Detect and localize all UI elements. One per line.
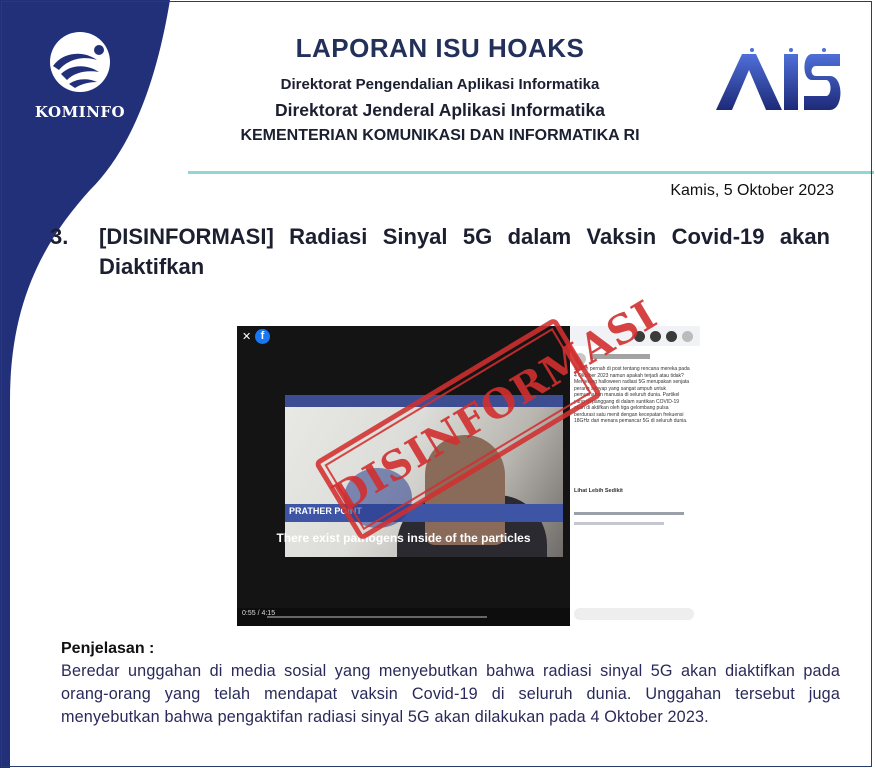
directorate-name: Direktorat Pengendalian Aplikasi Informa… [280, 76, 600, 93]
see-less-link: Lihat Lebih Sedikit [574, 488, 623, 494]
report-title: LAPORAN ISU HOAKS [295, 33, 585, 63]
header-divider [188, 171, 874, 174]
item-title-text: [DISINFORMASI] Radiasi Sinyal 5G dalam V… [99, 224, 830, 279]
video-progress-bar [267, 616, 487, 618]
explanation-body: Beredar unggahan di media sosial yang me… [61, 662, 840, 726]
facebook-icon: f [255, 329, 270, 344]
ais-logo [716, 48, 841, 110]
close-icon: ✕ [242, 331, 252, 343]
share-bar [574, 522, 664, 525]
kominfo-wordmark: KOMINFO [34, 103, 126, 121]
profile-icon [682, 331, 693, 342]
ministry-name: KEMENTERIAN KOMUNIKASI DAN INFORMATIKA R… [240, 127, 640, 144]
kominfo-logo: KOMINFO [28, 30, 132, 121]
video-controls: 0:55 / 4:15 [237, 608, 570, 626]
video-caption: There exist pathogens inside of the part… [276, 531, 531, 545]
reaction-bar [574, 512, 684, 515]
explanation-heading: Penjelasan : [61, 640, 155, 657]
directorate-general-name: Direktorat Jenderal Aplikasi Informatika [274, 100, 606, 120]
comment-box [574, 608, 694, 620]
item-number: 3. [50, 224, 69, 249]
kominfo-emblem-icon [50, 32, 110, 92]
report-date: Kamis, 5 Oktober 2023 [670, 182, 834, 199]
notification-icon [666, 331, 677, 342]
